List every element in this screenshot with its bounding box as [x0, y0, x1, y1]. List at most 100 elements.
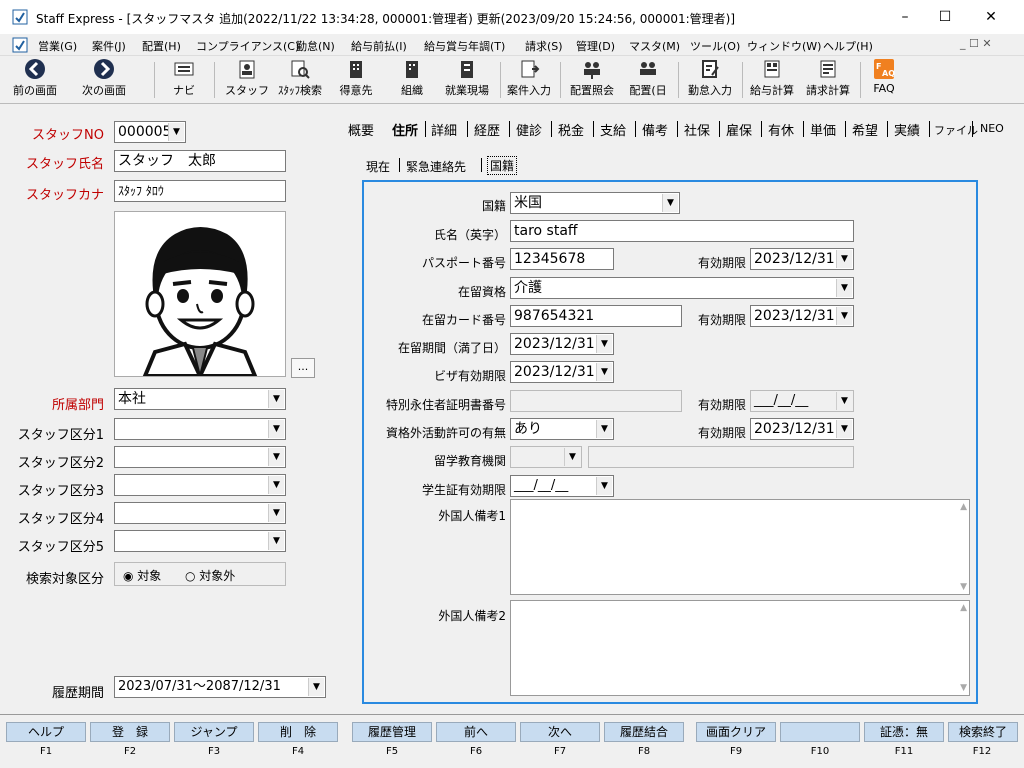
menu-master[interactable]: マスタ(M): [629, 38, 680, 54]
f10-button[interactable]: [780, 722, 860, 742]
payroll-calc-button[interactable]: 給与計算: [746, 58, 798, 102]
tab-preference[interactable]: 希望: [852, 120, 878, 139]
chevron-down-icon[interactable]: ▼: [596, 335, 612, 353]
radio-not-target[interactable]: ○ 対象外: [185, 567, 235, 584]
outside-activity-select[interactable]: あり ▼: [510, 418, 614, 440]
chevron-down-icon[interactable]: ▼: [268, 504, 284, 522]
clear-screen-button[interactable]: 画面クリア: [696, 722, 776, 742]
tab-health[interactable]: 健診: [516, 120, 542, 139]
kubun3-select[interactable]: ▼: [114, 474, 286, 496]
staff-button[interactable]: スタッフ: [224, 58, 270, 102]
menu-placement[interactable]: 配置(H): [142, 38, 181, 54]
history-merge-button[interactable]: 履歴結合: [604, 722, 684, 742]
placement-inquiry-button[interactable]: 配置照会: [566, 58, 618, 102]
menu-advance-pay[interactable]: 給与前払(I): [351, 38, 407, 54]
subtab-nationality[interactable]: 国籍: [487, 156, 518, 175]
photo-browse-button[interactable]: ...: [291, 358, 315, 378]
chevron-down-icon[interactable]: ▼: [836, 250, 852, 268]
chevron-down-icon[interactable]: ▼: [268, 476, 284, 494]
menu-payroll[interactable]: 給与賞与年調(T): [424, 38, 505, 54]
passport-expiry-input[interactable]: 2023/12/31 ▼: [750, 248, 854, 270]
tab-notes[interactable]: 備考: [642, 120, 668, 139]
staff-kana-input[interactable]: ｽﾀｯﾌ ﾀﾛｳ: [114, 180, 286, 202]
chevron-down-icon[interactable]: ▼: [596, 420, 612, 438]
student-card-input[interactable]: ___/__/__ ▼: [510, 475, 614, 497]
perm-expiry-input[interactable]: ___/__/__ ▼: [750, 390, 854, 412]
chevron-down-icon[interactable]: ▼: [268, 390, 284, 408]
history-select[interactable]: 2023/07/31〜2087/12/31 ▼: [114, 676, 326, 698]
tab-overview[interactable]: 概要: [348, 120, 374, 139]
search-end-button[interactable]: 検索終了: [948, 722, 1018, 742]
voucher-button[interactable]: 証憑：無: [864, 722, 944, 742]
chevron-down-icon[interactable]: ▼: [836, 307, 852, 325]
chevron-down-icon[interactable]: ▼: [662, 194, 678, 212]
maximize-button[interactable]: ☐: [930, 6, 960, 28]
radio-target[interactable]: ◉ 対象: [123, 567, 161, 584]
chevron-down-icon[interactable]: ▼: [836, 392, 852, 410]
tab-social-insurance[interactable]: 社保: [684, 120, 710, 139]
billing-calc-button[interactable]: 請求計算: [802, 58, 854, 102]
tab-results[interactable]: 実績: [894, 120, 920, 139]
mdi-controls[interactable]: _ ☐ ✕: [960, 37, 992, 50]
dept-select[interactable]: 本社 ▼: [114, 388, 286, 410]
subtab-current[interactable]: 現在: [366, 158, 390, 175]
menu-case[interactable]: 案件(J): [92, 38, 126, 54]
worksite-button[interactable]: 就業現場: [440, 58, 494, 102]
kubun5-select[interactable]: ▼: [114, 530, 286, 552]
tab-employment-insurance[interactable]: 雇保: [726, 120, 752, 139]
chevron-down-icon[interactable]: ▼: [268, 420, 284, 438]
outside-expiry-input[interactable]: 2023/12/31 ▼: [750, 418, 854, 440]
name-en-input[interactable]: taro staff: [510, 220, 854, 242]
menu-compliance[interactable]: コンプライアンス(C): [196, 38, 299, 54]
menu-sales[interactable]: 営業(G): [38, 38, 77, 54]
tab-neo[interactable]: NEO: [980, 122, 1004, 135]
kubun1-select[interactable]: ▼: [114, 418, 286, 440]
chevron-down-icon[interactable]: ▼: [268, 532, 284, 550]
tab-tax[interactable]: 税金: [558, 120, 584, 139]
menu-admin[interactable]: 管理(D): [576, 38, 615, 54]
chevron-down-icon[interactable]: ▼: [596, 477, 612, 495]
note2-textarea[interactable]: ▲ ▼: [510, 600, 970, 696]
chevron-down-icon[interactable]: ▼: [836, 420, 852, 438]
next-button[interactable]: 次へ: [520, 722, 600, 742]
chevron-down-icon[interactable]: ▼: [596, 363, 612, 381]
organization-button[interactable]: 組織: [390, 58, 434, 102]
chevron-down-icon[interactable]: ▼: [168, 123, 184, 141]
placement-day-button[interactable]: 配置(日: [624, 58, 672, 102]
tab-address[interactable]: 住所: [392, 120, 418, 139]
kubun4-select[interactable]: ▼: [114, 502, 286, 524]
tab-payment[interactable]: 支給: [600, 120, 626, 139]
help-button[interactable]: ヘルプ: [6, 722, 86, 742]
minimize-button[interactable]: –: [890, 6, 920, 28]
client-button[interactable]: 得意先: [334, 58, 378, 102]
close-button[interactable]: ✕: [976, 6, 1006, 28]
passport-input[interactable]: 12345678: [510, 248, 614, 270]
school-select[interactable]: ▼: [510, 446, 582, 468]
staff-search-button[interactable]: ｽﾀｯﾌ検索: [274, 58, 326, 102]
tab-details[interactable]: 詳細: [431, 120, 457, 139]
navi-button[interactable]: ナビ: [164, 58, 204, 102]
menu-help[interactable]: ヘルプ(H): [823, 38, 873, 54]
permanent-resident-input[interactable]: [510, 390, 682, 412]
scroll-up-icon[interactable]: ▲: [960, 502, 967, 512]
school-name-input[interactable]: [588, 446, 854, 468]
chevron-down-icon[interactable]: ▼: [268, 448, 284, 466]
forward-button[interactable]: 次の画面: [76, 58, 132, 102]
jump-button[interactable]: ジャンプ: [174, 722, 254, 742]
card-expiry-input[interactable]: 2023/12/31 ▼: [750, 305, 854, 327]
menu-billing[interactable]: 請求(S): [525, 38, 563, 54]
scroll-down-icon[interactable]: ▼: [960, 683, 967, 693]
residence-status-select[interactable]: 介護 ▼: [510, 277, 854, 299]
scroll-up-icon[interactable]: ▲: [960, 603, 967, 613]
case-entry-button[interactable]: 案件入力: [504, 58, 554, 102]
tab-paid-leave[interactable]: 有休: [768, 120, 794, 139]
delete-button[interactable]: 削 除: [258, 722, 338, 742]
chevron-down-icon[interactable]: ▼: [308, 678, 324, 696]
note1-textarea[interactable]: ▲ ▼: [510, 499, 970, 595]
visa-expiry-input[interactable]: 2023/12/31 ▼: [510, 361, 614, 383]
prev-button[interactable]: 前へ: [436, 722, 516, 742]
menu-attendance[interactable]: 勤怠(N): [296, 38, 335, 54]
staff-name-input[interactable]: スタッフ 太郎: [114, 150, 286, 172]
tab-career[interactable]: 経歴: [474, 120, 500, 139]
subtab-emergency-contact[interactable]: 緊急連絡先: [406, 158, 466, 175]
